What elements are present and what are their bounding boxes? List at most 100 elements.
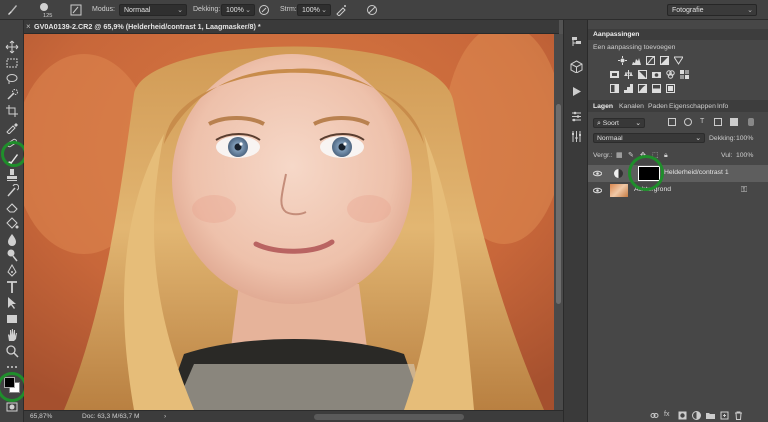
levels-icon[interactable] xyxy=(632,56,641,65)
black-white-icon[interactable] xyxy=(638,70,647,79)
mode-select[interactable]: Normaal ⌄ xyxy=(119,4,187,16)
filter-type-icon[interactable]: T xyxy=(700,118,708,126)
actions-panel-icon[interactable] xyxy=(570,85,583,98)
filter-shape-icon[interactable] xyxy=(714,118,722,126)
pressure-opacity-icon[interactable] xyxy=(258,4,270,16)
adjustment-layer-icon xyxy=(614,169,623,178)
pen-tool-icon[interactable] xyxy=(5,264,19,278)
blend-mode-select[interactable]: Normaal ⌄ xyxy=(593,133,705,143)
history-panel-icon[interactable] xyxy=(570,35,583,48)
paint-bucket-tool-icon[interactable] xyxy=(5,216,19,230)
close-icon[interactable]: × xyxy=(26,22,31,31)
canvas-photo[interactable] xyxy=(24,34,554,410)
lasso-tool-icon[interactable] xyxy=(5,72,19,86)
clone-stamp-tool-icon[interactable] xyxy=(5,168,19,182)
brush-tool-icon[interactable] xyxy=(6,4,18,16)
link-layers-icon[interactable] xyxy=(650,411,659,420)
opacity-field[interactable]: 100% ⌄ xyxy=(221,4,255,16)
properties-panel-icon[interactable] xyxy=(570,110,583,123)
mask-highlight-ring xyxy=(628,155,664,191)
crop-tool-icon[interactable] xyxy=(5,104,19,118)
hue-saturation-icon[interactable] xyxy=(610,70,619,79)
tab-properties[interactable]: Eigenschappen xyxy=(669,101,716,112)
visibility-eye-icon[interactable] xyxy=(593,169,602,178)
curves-icon[interactable] xyxy=(646,56,655,65)
color-balance-icon[interactable] xyxy=(624,70,633,79)
lock-transparency-icon[interactable]: ▦ xyxy=(616,150,622,161)
delete-layer-icon[interactable] xyxy=(734,411,743,420)
tab-layers[interactable]: Lagen xyxy=(593,101,613,112)
marquee-tool-icon[interactable] xyxy=(5,56,19,70)
filter-toggle-icon[interactable] xyxy=(748,118,754,126)
pressure-size-icon[interactable] xyxy=(366,4,378,16)
quick-mask-icon[interactable] xyxy=(5,400,19,414)
add-mask-icon[interactable] xyxy=(678,411,687,420)
eraser-tool-icon[interactable] xyxy=(5,200,19,214)
path-selection-tool-icon[interactable] xyxy=(5,296,19,310)
layer-style-icon[interactable]: fx xyxy=(664,411,673,420)
document-title: GV0A0139-2.CR2 @ 65,9% (Helderheid/contr… xyxy=(34,22,261,31)
brush-panel-toggle-icon[interactable] xyxy=(70,4,82,16)
invert-icon[interactable] xyxy=(610,84,619,93)
rectangle-tool-icon[interactable] xyxy=(5,312,19,326)
adjust-sliders-icon[interactable] xyxy=(570,130,583,143)
gradient-map-icon[interactable] xyxy=(652,84,661,93)
channel-mixer-icon[interactable] xyxy=(666,70,675,79)
scrollbar-thumb[interactable] xyxy=(556,104,561,304)
move-tool-icon[interactable] xyxy=(5,40,19,54)
exposure-icon[interactable] xyxy=(660,56,669,65)
hand-tool-icon[interactable] xyxy=(5,328,19,342)
type-tool-icon[interactable] xyxy=(5,280,19,294)
filter-adjustment-icon[interactable] xyxy=(684,118,692,126)
lock-icon: ⚿ xyxy=(741,185,748,194)
tab-adjustments[interactable]: Aanpassingen xyxy=(593,29,639,40)
selective-color-icon[interactable] xyxy=(666,84,675,93)
dodge-tool-icon[interactable] xyxy=(5,248,19,262)
new-layer-icon[interactable] xyxy=(720,411,729,420)
fill-value[interactable]: 100% xyxy=(736,150,753,161)
3d-panel-icon[interactable] xyxy=(570,60,583,73)
brightness-contrast-icon[interactable] xyxy=(618,56,627,65)
history-brush-tool-icon[interactable] xyxy=(5,184,19,198)
layer-opacity-label: Dekking: xyxy=(709,135,736,142)
airbrush-icon[interactable] xyxy=(335,4,347,17)
horizontal-scrollbar[interactable] xyxy=(314,414,464,420)
vertical-scrollbar[interactable] xyxy=(554,34,563,410)
tab-channels[interactable]: Kanalen xyxy=(619,101,644,112)
new-adjustment-layer-icon[interactable] xyxy=(692,411,701,420)
mode-label: Modus: xyxy=(92,6,115,13)
layer-row-background[interactable]: Achtergrond ⚿ xyxy=(588,182,768,199)
document-tab[interactable]: × GV0A0139-2.CR2 @ 65,9% (Helderheid/con… xyxy=(24,20,559,34)
eyedropper-tool-icon[interactable] xyxy=(5,120,19,134)
fill-label: Vul: xyxy=(721,152,733,159)
zoom-level[interactable]: 65,87% xyxy=(30,413,52,420)
color-lookup-icon[interactable] xyxy=(680,70,689,79)
quick-selection-tool-icon[interactable] xyxy=(5,88,19,102)
chevron-down-icon: ⌄ xyxy=(321,7,327,14)
threshold-icon[interactable] xyxy=(638,84,647,93)
lock-label: Vergr.: xyxy=(593,152,613,159)
photo-filter-icon[interactable] xyxy=(652,70,661,79)
filter-pixel-icon[interactable] xyxy=(668,118,676,126)
new-group-icon[interactable] xyxy=(706,411,715,420)
tab-paths[interactable]: Paden xyxy=(648,101,668,112)
chevron-down-icon: ⌄ xyxy=(245,7,251,14)
layer-name[interactable]: Helderheid/contrast 1 xyxy=(664,169,729,176)
chevron-down-icon: ⌄ xyxy=(635,120,641,127)
options-bar: 125 Modus: Normaal ⌄ Dekking: 100% ⌄ Strm:… xyxy=(0,0,768,20)
workspace-switcher[interactable]: Fotografie ⌄ xyxy=(667,4,757,16)
chevron-right-icon[interactable]: › xyxy=(164,413,166,420)
lock-all-icon[interactable]: 🔒︎ xyxy=(664,150,668,161)
posterize-icon[interactable] xyxy=(624,84,633,93)
tab-info[interactable]: Info xyxy=(717,101,728,112)
flow-field[interactable]: 100% ⌄ xyxy=(297,4,331,16)
layer-row-adjustment[interactable]: Helderheid/contrast 1 xyxy=(588,165,768,182)
layer-opacity-value[interactable]: 100% xyxy=(736,133,753,144)
zoom-tool-icon[interactable] xyxy=(5,344,19,358)
blur-tool-icon[interactable] xyxy=(5,232,19,246)
filter-smart-object-icon[interactable] xyxy=(730,118,738,126)
layers-bottom-toolbar: fx xyxy=(588,409,768,422)
visibility-eye-icon[interactable] xyxy=(593,186,602,195)
layer-filter-select[interactable]: ⌕ Soort ⌄ xyxy=(593,118,645,128)
vibrance-icon[interactable] xyxy=(674,56,683,65)
